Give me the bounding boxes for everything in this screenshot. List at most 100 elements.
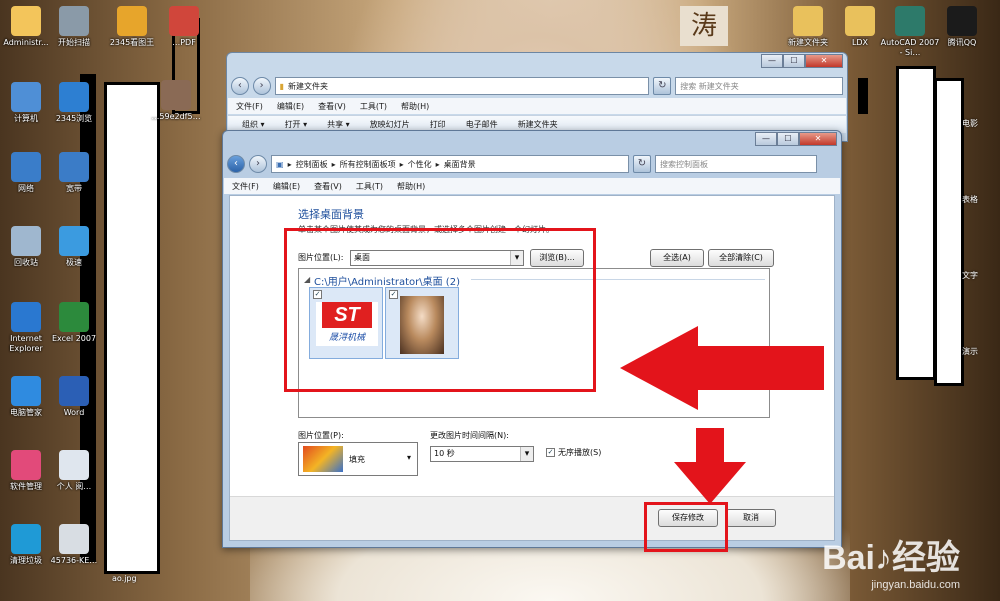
menu-item[interactable]: 编辑(E) <box>273 181 300 192</box>
toolbar-button[interactable]: 电子邮件 <box>466 119 498 130</box>
watermark-main: Bai♪经验 <box>822 539 960 577</box>
toolbar-button[interactable]: 打开 ▾ <box>285 119 308 130</box>
scanner-icon <box>59 6 89 36</box>
menu-item[interactable]: 文件(F) <box>232 181 259 192</box>
desktop-icon-label: 开始扫描 <box>58 38 90 47</box>
forward-button[interactable]: › <box>249 155 267 173</box>
recycle-bin-icon <box>11 226 41 256</box>
forward-button[interactable]: › <box>252 77 271 95</box>
desktop-icon[interactable]: …PDF <box>152 6 216 48</box>
breadcrumb-item[interactable]: 个性化 <box>408 159 432 170</box>
shield-icon <box>11 376 41 406</box>
folder-icon <box>845 6 875 36</box>
breadcrumb-separator[interactable]: ▸ <box>332 160 336 169</box>
desktop-icon[interactable]: …59e2df5… <box>144 80 208 122</box>
apps-icon <box>11 450 41 480</box>
desktop-icon-label[interactable]: ao.jpg <box>112 574 137 583</box>
desktop-icon-label: 网络 <box>18 184 34 193</box>
search-input[interactable]: 搜索 新建文件夹 <box>675 77 843 95</box>
position-label: 图片位置(P): <box>298 431 344 440</box>
desktop-icon-label: 清理垃圾 <box>10 556 42 565</box>
desktop-icon[interactable]: 2345浏览 <box>42 82 106 124</box>
annotation-arrow-down <box>674 428 746 504</box>
browser-icon <box>59 82 89 112</box>
menu-item[interactable]: 工具(T) <box>360 101 387 112</box>
toolbar-button[interactable]: 放映幻灯片 <box>370 119 410 130</box>
position-dropdown[interactable]: 填充 ▾ <box>298 442 418 476</box>
minimize-button[interactable]: — <box>761 54 783 68</box>
interval-dropdown[interactable]: 10 秒 <box>430 446 534 462</box>
breadcrumb-item[interactable]: 所有控制面板项 <box>340 159 396 170</box>
search-input[interactable]: 搜索控制面板 <box>655 155 817 173</box>
refresh-button[interactable]: ↻ <box>633 155 651 173</box>
close-button[interactable]: ✕ <box>805 54 843 68</box>
desktop-icon[interactable]: 腾讯QQ <box>930 6 994 48</box>
minimize-button[interactable]: — <box>755 132 777 146</box>
breadcrumb-item[interactable]: 桌面背景 <box>444 159 476 170</box>
menu-item[interactable]: 帮助(H) <box>401 101 429 112</box>
toolbar-button[interactable]: 新建文件夹 <box>518 119 558 130</box>
position-value: 填充 <box>349 455 365 464</box>
desktop-icon-label: 腾讯QQ <box>947 38 977 47</box>
close-button[interactable]: ✕ <box>799 132 837 146</box>
maximize-button[interactable]: ☐ <box>783 54 805 68</box>
desktop-icon[interactable]: 宽带 <box>42 152 106 194</box>
back-button[interactable]: ‹ <box>227 155 245 173</box>
shuffle-checkbox[interactable]: ✓ <box>546 448 555 457</box>
image-viewer-icon <box>117 6 147 36</box>
breadcrumb-item[interactable]: 控制面板 <box>296 159 328 170</box>
menu-item[interactable]: 查看(V) <box>318 101 346 112</box>
back-button[interactable]: ‹ <box>231 77 249 95</box>
desktop-icon-label: …59e2df5… <box>151 112 201 121</box>
qq-icon <box>947 6 977 36</box>
desktop-icon-label[interactable]: 表格 <box>962 194 978 205</box>
desktop-icon-label: Internet Explorer <box>9 334 43 353</box>
desktop-icon[interactable]: 个人 阅… <box>42 450 106 492</box>
folder-icon <box>793 6 823 36</box>
address-text: 新建文件夹 <box>287 81 328 91</box>
clear-all-button[interactable]: 全部清除(C) <box>708 249 774 267</box>
desktop-icon-label: 回收站 <box>14 258 38 267</box>
desktop-icon[interactable]: Excel 2007 <box>42 302 106 344</box>
desktop-icon-label[interactable]: 电影 <box>962 118 978 129</box>
toolbar-button[interactable]: 打印 <box>430 119 446 130</box>
menu-item[interactable]: 文件(F) <box>236 101 263 112</box>
refresh-button[interactable]: ↻ <box>653 77 672 95</box>
maximize-button[interactable]: ☐ <box>777 132 799 146</box>
menu-item[interactable]: 编辑(E) <box>277 101 304 112</box>
cancel-button[interactable]: 取消 <box>726 509 776 527</box>
breadcrumb-separator[interactable]: ▸ <box>288 160 292 169</box>
desktop-icon[interactable]: Word <box>42 376 106 418</box>
autocad-icon <box>895 6 925 36</box>
desktop-icon[interactable]: 极速 <box>42 226 106 268</box>
desktop-icon-label: Word <box>63 408 85 417</box>
document-icon <box>59 450 89 480</box>
select-all-button[interactable]: 全选(A) <box>650 249 704 267</box>
breadcrumb-separator[interactable]: ▸ <box>436 160 440 169</box>
watermark: Bai♪经验 jingyan.baidu.com <box>822 530 960 591</box>
address-bar[interactable]: ▮ 新建文件夹 <box>274 77 650 95</box>
desktop-icon-label: 软件管理 <box>10 482 42 491</box>
menu-bar: 文件(F) 编辑(E) 查看(V) 工具(T) 帮助(H) <box>224 178 840 194</box>
menu-item[interactable]: 帮助(H) <box>397 181 425 192</box>
desktop-icon-label[interactable]: 文字 <box>962 270 978 281</box>
toolbar-button[interactable]: 组织 ▾ <box>242 119 265 130</box>
menu-bar: 文件(F) 编辑(E) 查看(V) 工具(T) 帮助(H) <box>228 98 846 114</box>
shortcut-icon <box>59 226 89 256</box>
desktop-icon[interactable]: 开始扫描 <box>42 6 106 48</box>
search-placeholder: 搜索控制面板 <box>660 159 708 169</box>
toolbar-button[interactable]: 共享 ▾ <box>327 119 350 130</box>
breadcrumb[interactable]: ▣ ▸ 控制面板 ▸ 所有控制面板项 ▸ 个性化 ▸ 桌面背景 <box>271 155 629 173</box>
redaction-box <box>934 78 964 386</box>
folder-icon: ▮ <box>279 81 284 91</box>
desktop-icon-label[interactable]: 演示 <box>962 346 978 357</box>
menu-item[interactable]: 查看(V) <box>314 181 342 192</box>
breadcrumb-separator[interactable]: ▸ <box>400 160 404 169</box>
computer-icon <box>11 82 41 112</box>
desktop-icon[interactable]: 45736-KE… <box>42 524 106 566</box>
menu-item[interactable]: 工具(T) <box>356 181 383 192</box>
watermark-sub: jingyan.baidu.com <box>871 579 960 591</box>
desktop-icon-label: 极速 <box>66 258 82 267</box>
annotation-box-save <box>644 502 728 552</box>
desktop-icon-label: 45736-KE… <box>50 556 98 565</box>
